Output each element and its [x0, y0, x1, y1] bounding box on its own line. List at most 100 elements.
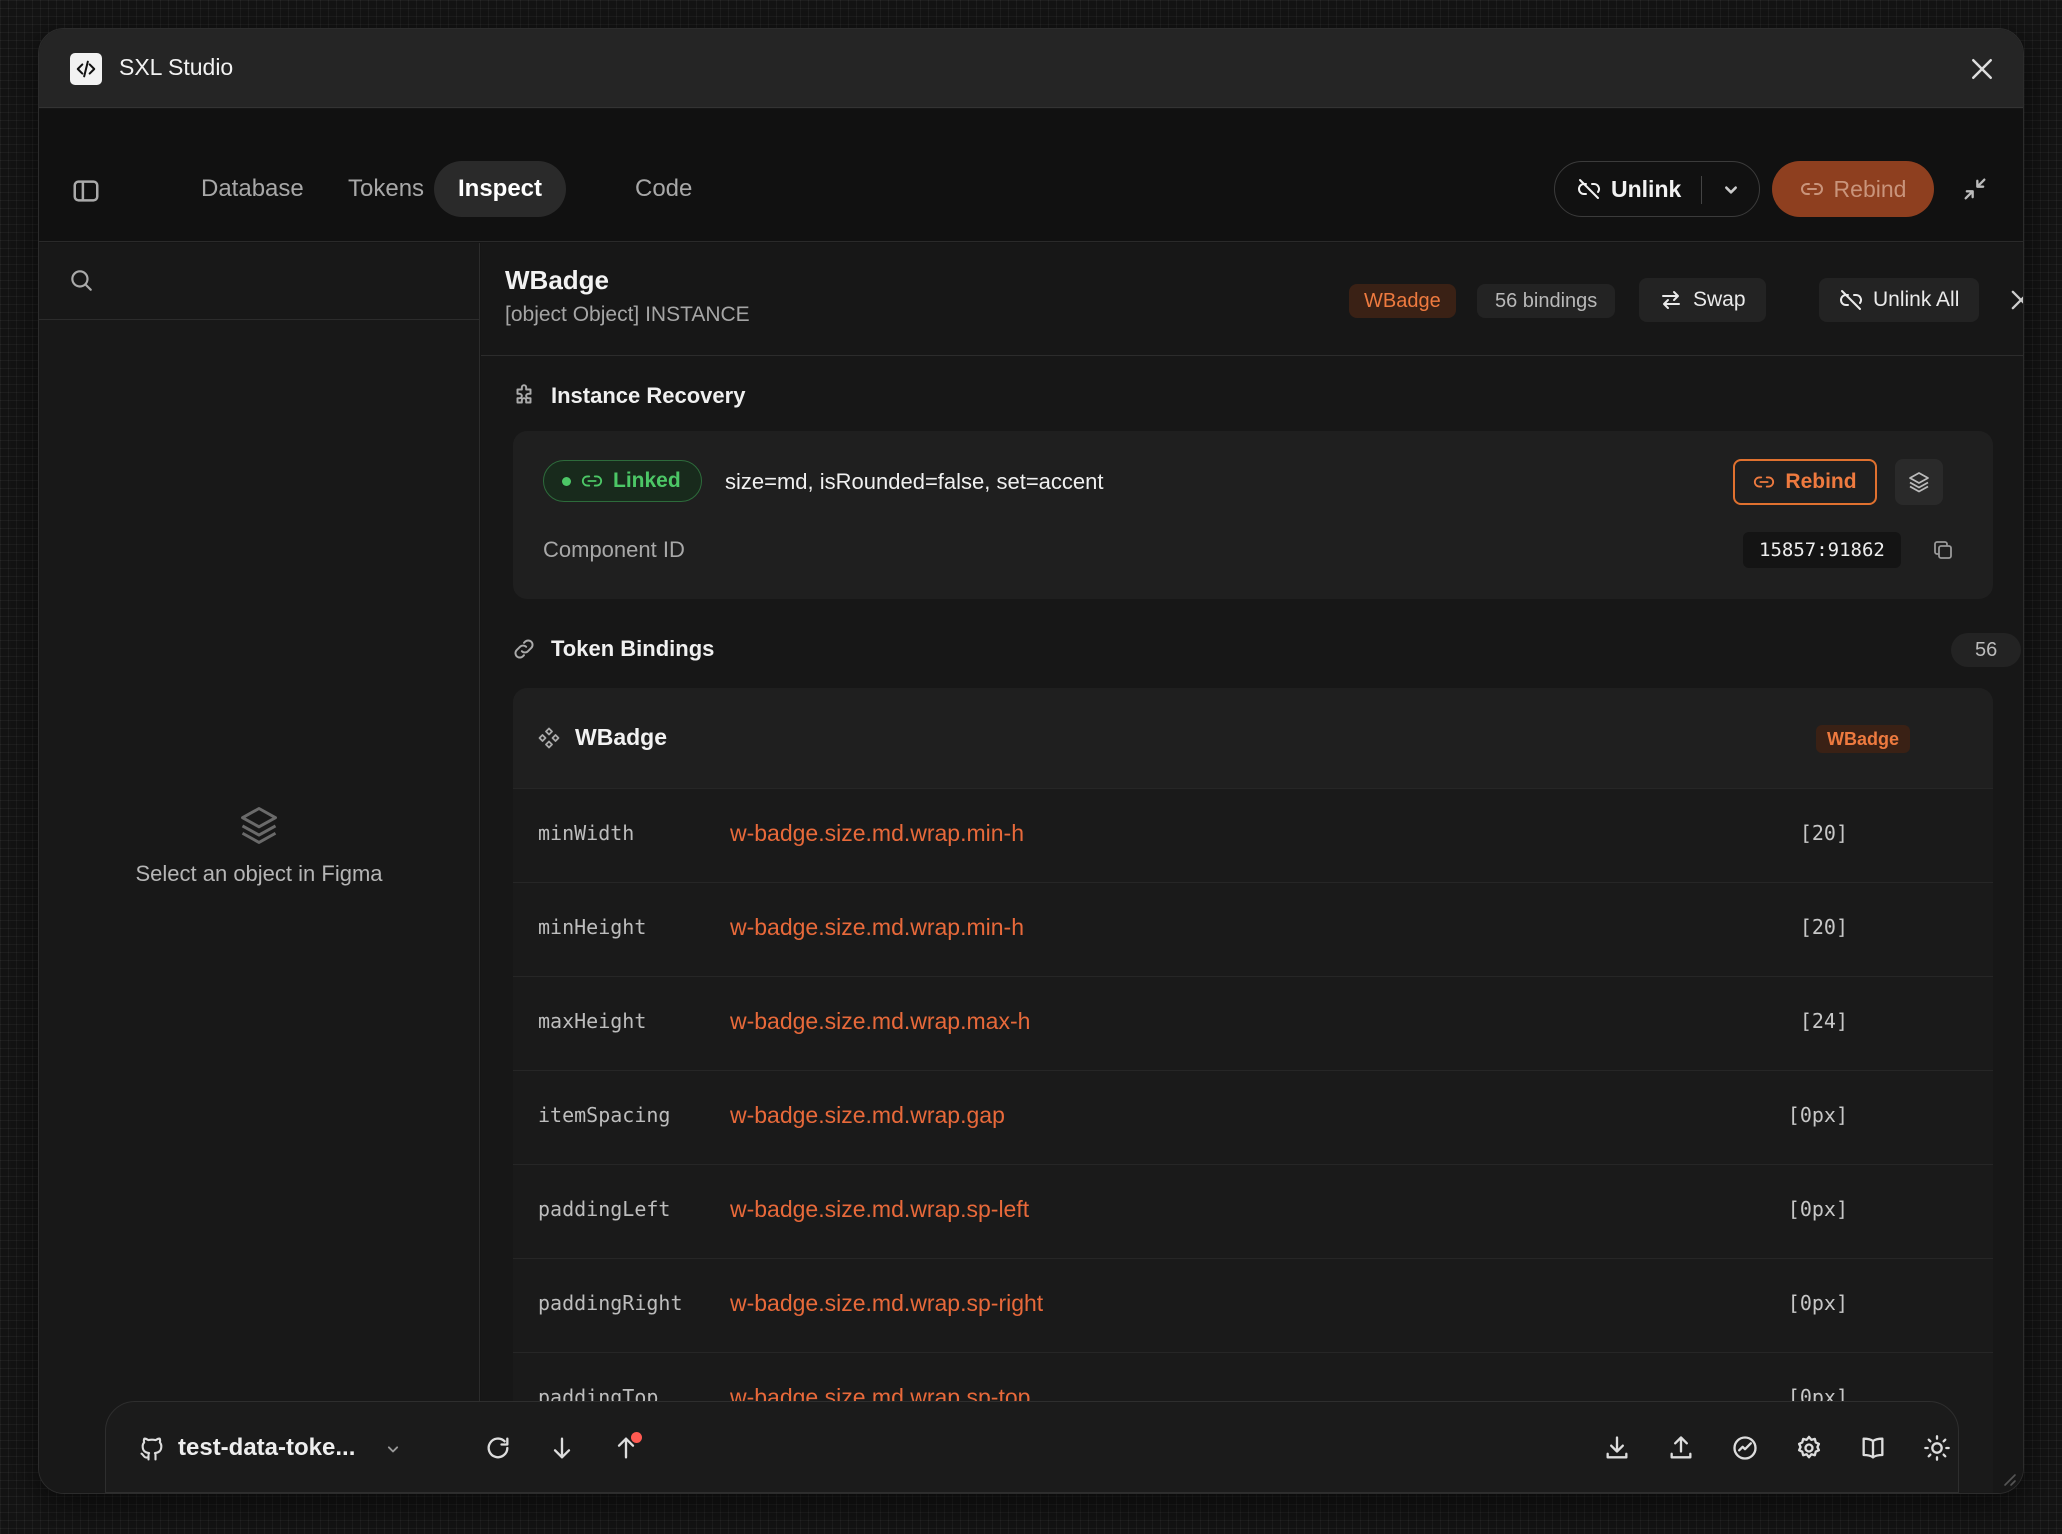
unlink-icon: [1839, 288, 1863, 312]
inspect-panel: WBadge [object Object] INSTANCE WBadge 5…: [481, 243, 2023, 1493]
inspect-header: WBadge [object Object] INSTANCE WBadge 5…: [481, 243, 2023, 356]
swap-icon: [1659, 288, 1683, 312]
toolbar: Database Tokens Inspect Code Unlink Rebi…: [39, 109, 2023, 242]
token-bindings-title: Token Bindings: [511, 636, 714, 662]
app-title: SXL Studio: [119, 54, 234, 80]
link-icon: [581, 470, 603, 492]
token-bindings-list: WBadge WBadge minWidth w-badge.size.md.w…: [513, 688, 1993, 1493]
download-icon[interactable]: [1603, 1434, 1631, 1462]
tab-database[interactable]: Database: [177, 161, 328, 217]
token-bindings-count: 56: [1951, 633, 2022, 667]
chevron-down-icon[interactable]: [1717, 176, 1745, 204]
close-icon[interactable]: [2007, 286, 2023, 314]
table-row[interactable]: minHeight w-badge.size.md.wrap.min-h [20…: [513, 882, 1993, 976]
repo-selector[interactable]: test-data-toke...: [178, 1434, 355, 1462]
binding-token[interactable]: w-badge.size.md.wrap.sp-right: [730, 1290, 1043, 1317]
pull-icon[interactable]: [548, 1434, 576, 1462]
empty-state: Select an object in Figma: [39, 803, 479, 887]
component-badge: WBadge: [1349, 284, 1456, 318]
chevron-down-icon[interactable]: [383, 1439, 403, 1459]
binding-token[interactable]: w-badge.size.md.wrap.gap: [730, 1102, 1005, 1129]
binding-value: [0px]: [1787, 1103, 1848, 1127]
binding-property: maxHeight: [538, 1009, 647, 1033]
link-icon: [1800, 177, 1824, 201]
component-name: WBadge: [505, 265, 609, 295]
notification-dot: [631, 1432, 642, 1443]
link-icon: [511, 636, 537, 662]
unlink-all-label: Unlink All: [1873, 288, 1960, 311]
unlink-icon: [1577, 177, 1601, 201]
component-icon: [537, 726, 561, 750]
title-bar: SXL Studio: [39, 29, 2023, 108]
search-input[interactable]: [111, 261, 451, 301]
token-bindings-label: Token Bindings: [551, 636, 715, 661]
tab-inspect[interactable]: Inspect: [434, 161, 567, 217]
status-dot: [562, 476, 571, 486]
tab-tokens[interactable]: Tokens: [324, 161, 448, 217]
rebind-button[interactable]: Rebind: [1733, 459, 1877, 505]
tab-code[interactable]: Code: [611, 161, 716, 217]
binding-group-tag: WBadge: [1816, 725, 1910, 753]
table-row[interactable]: maxHeight w-badge.size.md.wrap.max-h [24…: [513, 976, 1993, 1070]
book-icon[interactable]: [1859, 1434, 1887, 1462]
app-window: SXL Studio Database Tokens Inspect Code …: [38, 28, 2024, 1494]
github-icon: [138, 1435, 166, 1463]
instance-recovery-card: Linked size=md, isRounded=false, set=acc…: [513, 431, 1993, 599]
footer-bar: test-data-toke...: [105, 1401, 1959, 1493]
rebind-label: Rebind: [1833, 175, 1907, 202]
swap-label: Swap: [1693, 288, 1746, 311]
resize-handle-icon[interactable]: [1997, 1467, 2017, 1487]
copy-icon[interactable]: [1931, 538, 1955, 562]
binding-group-header[interactable]: WBadge WBadge: [513, 688, 1993, 788]
table-row[interactable]: paddingRight w-badge.size.md.wrap.sp-rig…: [513, 1258, 1993, 1352]
binding-value: [20]: [1799, 915, 1848, 939]
upload-icon[interactable]: [1667, 1434, 1695, 1462]
activity-icon[interactable]: [1731, 1434, 1759, 1462]
binding-property: minWidth: [538, 821, 635, 845]
component-subtitle: [object Object] INSTANCE: [505, 303, 750, 326]
layers-button[interactable]: [1895, 459, 1943, 505]
unlink-split-button: Unlink: [1554, 161, 1760, 217]
bindings-count-badge: 56 bindings: [1477, 284, 1616, 318]
binding-value: [0px]: [1787, 1197, 1848, 1221]
swap-button[interactable]: Swap: [1639, 278, 1766, 322]
sidebar-toggle-icon[interactable]: [71, 176, 101, 206]
linked-status-badge: Linked: [543, 460, 702, 502]
binding-property: paddingLeft: [538, 1197, 671, 1221]
refresh-icon[interactable]: [484, 1434, 512, 1462]
instance-recovery-label: Instance Recovery: [551, 383, 746, 408]
table-row[interactable]: itemSpacing w-badge.size.md.wrap.gap [0p…: [513, 1070, 1993, 1164]
settings-icon[interactable]: [1795, 1434, 1823, 1462]
binding-value: [0px]: [1787, 1291, 1848, 1315]
component-id-label: Component ID: [543, 537, 685, 562]
rebind-label: Rebind: [1785, 470, 1857, 493]
binding-token[interactable]: w-badge.size.md.wrap.sp-left: [730, 1196, 1029, 1223]
binding-value: [24]: [1799, 1009, 1848, 1033]
linked-status-label: Linked: [613, 469, 681, 492]
binding-token[interactable]: w-badge.size.md.wrap.min-h: [730, 820, 1024, 847]
binding-token[interactable]: w-badge.size.md.wrap.min-h: [730, 914, 1024, 941]
sun-icon[interactable]: [1923, 1434, 1951, 1462]
unlink-label: Unlink: [1611, 175, 1682, 202]
layers-icon: [237, 803, 281, 847]
minimize-icon[interactable]: [1961, 175, 1989, 203]
puzzle-icon: [511, 383, 537, 409]
unlink-all-button[interactable]: Unlink All: [1819, 278, 1980, 322]
left-panel: Select an object in Figma: [39, 243, 480, 1493]
binding-property: minHeight: [538, 915, 647, 939]
binding-group-name: WBadge: [575, 724, 667, 750]
table-row[interactable]: paddingLeft w-badge.size.md.wrap.sp-left…: [513, 1164, 1993, 1258]
empty-state-text: Select an object in Figma: [135, 861, 383, 886]
binding-property: paddingRight: [538, 1291, 683, 1315]
variant-properties: size=md, isRounded=false, set=accent: [725, 469, 1104, 494]
binding-property: itemSpacing: [538, 1103, 671, 1127]
rebind-button[interactable]: Rebind: [1772, 161, 1934, 217]
unlink-button[interactable]: Unlink: [1577, 162, 1681, 216]
close-icon[interactable]: [1967, 54, 1997, 84]
link-icon: [1753, 471, 1775, 493]
binding-token[interactable]: w-badge.size.md.wrap.max-h: [730, 1008, 1030, 1035]
table-row[interactable]: minWidth w-badge.size.md.wrap.min-h [20]: [513, 788, 1993, 882]
code-icon: [70, 53, 102, 85]
binding-value: [20]: [1799, 821, 1848, 845]
divider: [1701, 176, 1702, 204]
